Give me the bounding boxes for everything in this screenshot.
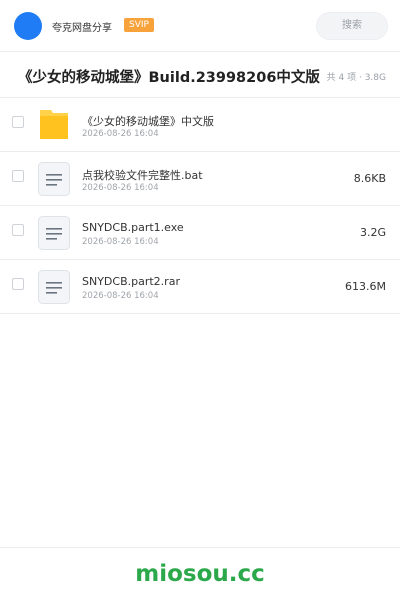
search-button[interactable]: 搜索 xyxy=(316,12,388,40)
avatar[interactable] xyxy=(14,12,42,40)
row-checkbox[interactable] xyxy=(12,170,24,182)
item-summary: 共 4 项 · 3.8G xyxy=(326,73,386,83)
document-icon xyxy=(38,216,70,250)
row-checkbox[interactable] xyxy=(12,116,24,128)
folder-icon xyxy=(38,108,70,142)
footer: miosou.cc xyxy=(0,547,400,600)
file-size: 613.6M xyxy=(345,280,386,293)
file-row[interactable]: SNYDCB.part1.exe 2026-08-26 16:04 3.2G xyxy=(0,206,400,260)
file-date: 2026-08-26 16:04 xyxy=(82,183,159,193)
file-row[interactable]: 点我校验文件完整性.bat 2026-08-26 16:04 8.6KB xyxy=(0,152,400,206)
file-row[interactable]: 《少女的移动城堡》中文版 2026-08-26 16:04 xyxy=(0,98,400,152)
file-name: SNYDCB.part1.exe xyxy=(82,221,184,234)
file-row[interactable]: SNYDCB.part2.rar 2026-08-26 16:04 613.6M xyxy=(0,260,400,314)
file-date: 2026-08-26 16:04 xyxy=(82,291,159,301)
document-icon xyxy=(38,162,70,196)
page-title: 《少女的移动城堡》Build.23998206中文版 xyxy=(18,70,320,86)
file-name: SNYDCB.part2.rar xyxy=(82,275,180,288)
title-bar: 《少女的移动城堡》Build.23998206中文版 共 4 项 · 3.8G xyxy=(0,52,400,98)
row-checkbox[interactable] xyxy=(12,224,24,236)
row-checkbox[interactable] xyxy=(12,278,24,290)
file-name: 《少女的移动城堡》中文版 xyxy=(82,115,214,128)
top-bar: 夸克网盘分享 SVIP 搜索 xyxy=(0,0,400,52)
document-icon xyxy=(38,270,70,304)
file-date: 2026-08-26 16:04 xyxy=(82,237,159,247)
file-name: 点我校验文件完整性.bat xyxy=(82,169,203,182)
user-name: 夸克网盘分享 xyxy=(52,23,112,34)
file-size: 8.6KB xyxy=(353,172,386,185)
site-brand[interactable]: miosou.cc xyxy=(135,561,265,587)
file-list: 《少女的移动城堡》中文版 2026-08-26 16:04 点我校验文件完整性.… xyxy=(0,98,400,314)
svip-badge: SVIP xyxy=(124,18,154,32)
file-date: 2026-08-26 16:04 xyxy=(82,129,159,139)
file-size: 3.2G xyxy=(359,226,386,239)
